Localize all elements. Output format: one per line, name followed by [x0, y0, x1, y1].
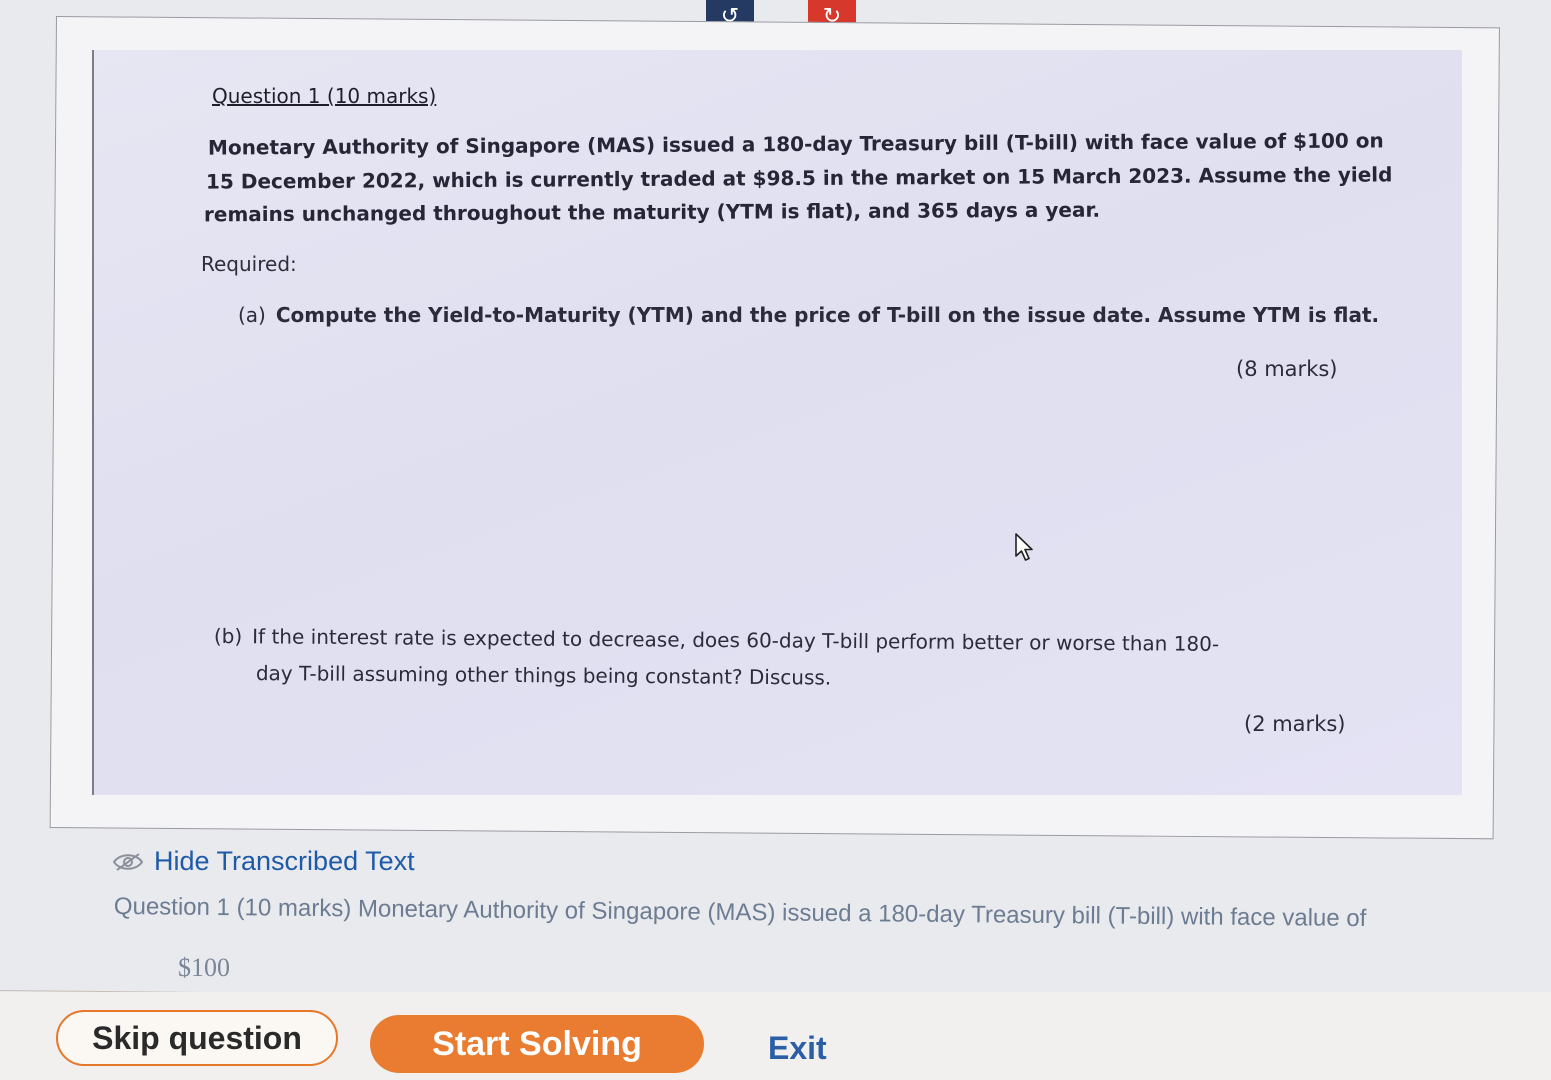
part-b-marks: (2 marks) — [1244, 712, 1346, 736]
question-paragraph-line-3: remains unchanged throughout the maturit… — [203, 197, 1101, 227]
transcribed-amount: $100 — [178, 953, 230, 982]
part-a-text: Compute the Yield-to-Maturity (YTM) and … — [275, 303, 1380, 327]
part-a-marks: (8 marks) — [1236, 357, 1338, 381]
start-solving-button[interactable]: Start Solving — [370, 1015, 704, 1073]
skip-question-button[interactable]: Skip question — [56, 1010, 338, 1066]
question-title: Question 1 (10 marks) — [212, 84, 437, 108]
part-b-tag: (b) — [213, 624, 243, 649]
mouse-cursor-icon — [1015, 533, 1033, 561]
hide-transcribed-label[interactable]: Hide Transcribed Text — [154, 846, 415, 877]
eye-slash-icon — [112, 852, 144, 871]
part-a-tag: (a) — [238, 303, 266, 327]
exit-button[interactable]: Exit — [768, 1030, 827, 1067]
part-b-line-2: day T-bill assuming other things being c… — [255, 661, 832, 690]
transcribed-text: Question 1 (10 marks) Monetary Authority… — [113, 893, 1367, 933]
required-label: Required: — [201, 252, 297, 276]
part-a: (a) Compute the Yield-to-Maturity (YTM) a… — [238, 303, 1379, 327]
hide-transcribed-toggle[interactable]: Hide Transcribed Text — [112, 846, 415, 877]
